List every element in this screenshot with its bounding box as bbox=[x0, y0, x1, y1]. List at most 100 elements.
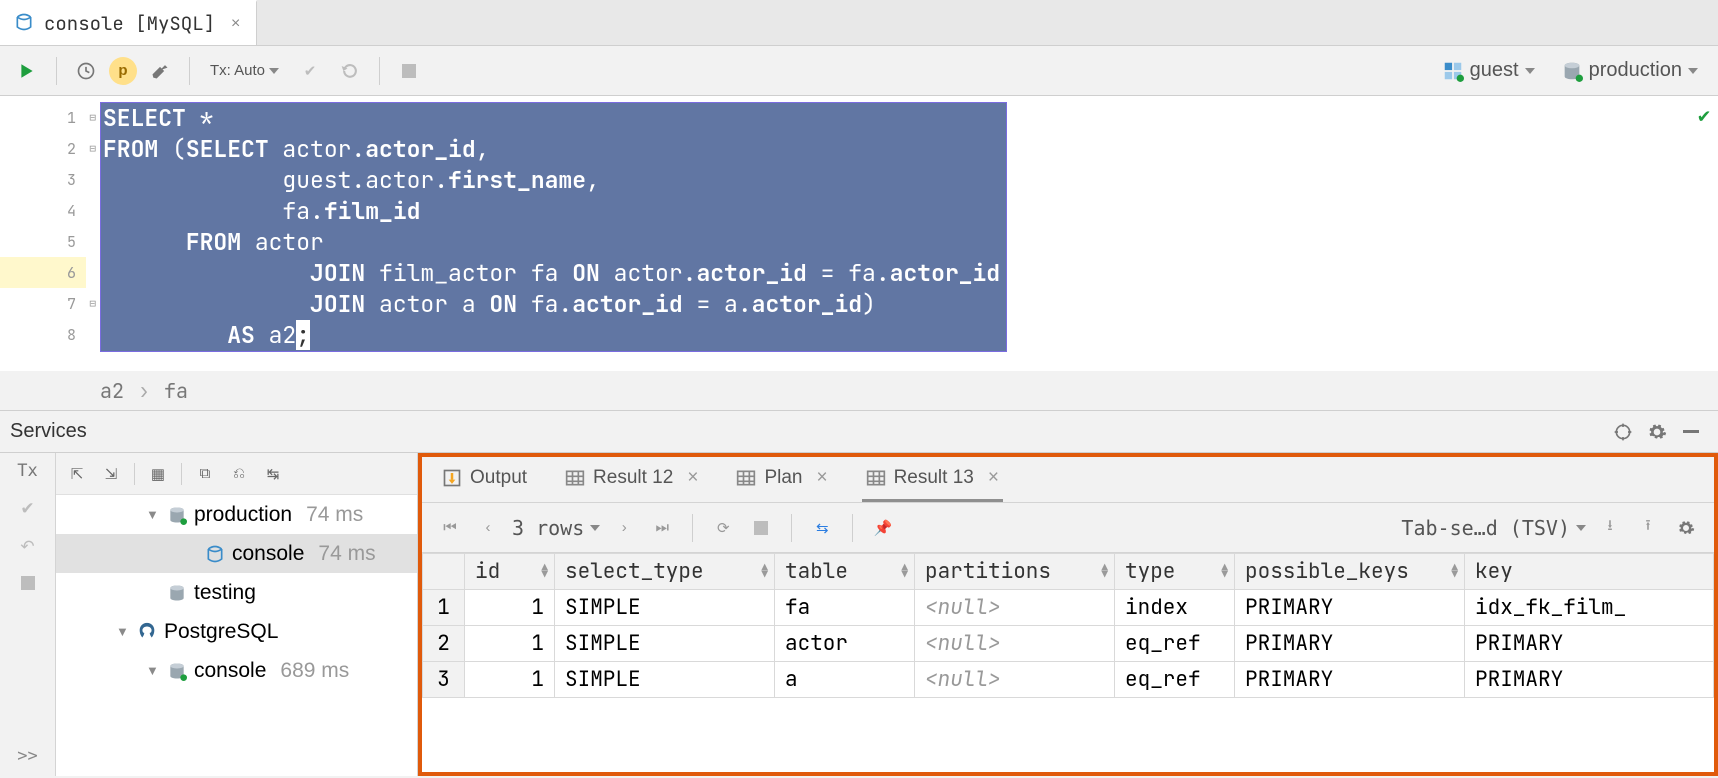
grid-corner bbox=[423, 554, 465, 590]
console-icon bbox=[204, 544, 226, 564]
inspection-ok-icon[interactable]: ✔ bbox=[1698, 102, 1710, 128]
column-header-partitions[interactable]: partitions▲▼ bbox=[915, 554, 1115, 590]
profile-button[interactable]: p bbox=[109, 57, 137, 85]
file-tabstrip: console [MySQL] × bbox=[0, 0, 1718, 46]
services-header: Services bbox=[0, 411, 1718, 453]
breadcrumb-item[interactable]: a2 bbox=[100, 378, 124, 404]
tab-result-12[interactable]: Result 12 × bbox=[561, 457, 702, 502]
separator bbox=[852, 514, 853, 542]
next-page-button[interactable]: › bbox=[610, 514, 638, 542]
tab-result-13[interactable]: Result 13 × bbox=[862, 457, 1003, 502]
table-row[interactable]: 2 1 SIMPLE actor <null> eq_ref PRIMARY P… bbox=[423, 626, 1714, 662]
file-tab-label: console [MySQL] bbox=[44, 11, 215, 36]
stop-icon[interactable] bbox=[21, 575, 35, 595]
gear-icon[interactable] bbox=[1672, 514, 1700, 542]
last-page-button[interactable]: ⏭ bbox=[648, 514, 676, 542]
breadcrumb-item[interactable]: fa bbox=[164, 378, 188, 404]
separator bbox=[791, 514, 792, 542]
table-row[interactable]: 3 1 SIMPLE a <null> eq_ref PRIMARY PRIMA… bbox=[423, 662, 1714, 698]
reload-button[interactable]: ⟳ bbox=[709, 514, 737, 542]
history-button[interactable] bbox=[69, 54, 103, 88]
grid-header-row: id▲▼ select_type▲▼ table▲▼ partitions▲▼ … bbox=[423, 554, 1714, 590]
export-format-selector[interactable]: Tab-se…d (TSV) bbox=[1401, 516, 1586, 540]
branch-icon[interactable]: ⎌ bbox=[224, 459, 254, 489]
column-header-key[interactable]: key bbox=[1465, 554, 1714, 590]
datasource-selector[interactable]: production bbox=[1551, 54, 1708, 88]
rollback-button[interactable] bbox=[333, 54, 367, 88]
column-header-type[interactable]: type▲▼ bbox=[1115, 554, 1235, 590]
upload-button[interactable]: ⭱ bbox=[1634, 514, 1662, 542]
undo-icon[interactable]: ↶ bbox=[20, 537, 34, 557]
column-header-select-type[interactable]: select_type▲▼ bbox=[555, 554, 775, 590]
datasource-icon bbox=[166, 583, 188, 603]
separator bbox=[379, 57, 380, 85]
close-icon[interactable]: × bbox=[816, 467, 827, 489]
file-tab-console[interactable]: console [MySQL] × bbox=[0, 0, 257, 45]
minimize-icon[interactable] bbox=[1674, 415, 1708, 449]
compare-button[interactable]: ⇆ bbox=[808, 514, 836, 542]
download-button[interactable]: ⭳ bbox=[1596, 514, 1624, 542]
tx-label[interactable]: Tx bbox=[17, 461, 37, 481]
tree-item-testing[interactable]: testing bbox=[56, 573, 417, 612]
collapse-all-icon[interactable]: ⇲ bbox=[96, 459, 126, 489]
chevron-down-icon bbox=[269, 68, 279, 74]
sort-icon[interactable]: ↹ bbox=[258, 459, 288, 489]
tx-label: Tx: Auto bbox=[210, 62, 265, 79]
tree-item-pg-console[interactable]: ▼ console 689 ms bbox=[56, 651, 417, 690]
stop-button[interactable] bbox=[747, 514, 775, 542]
tab-output[interactable]: Output bbox=[438, 457, 531, 502]
close-icon[interactable]: × bbox=[231, 15, 240, 33]
chevron-right-icon: › bbox=[138, 378, 150, 404]
result-toolbar: ⏮ ‹ 3 rows › ⏭ ⟳ ⇆ 📌 Tab-se…d (TSV) ⭳ ⭱ bbox=[422, 503, 1714, 553]
tab-plan[interactable]: Plan × bbox=[732, 457, 831, 502]
column-header-table[interactable]: table▲▼ bbox=[775, 554, 915, 590]
stop-button[interactable] bbox=[392, 54, 426, 88]
table-row[interactable]: 1 1 SIMPLE fa <null> index PRIMARY idx_f… bbox=[423, 590, 1714, 626]
column-header-id[interactable]: id▲▼ bbox=[465, 554, 555, 590]
chevron-down-icon bbox=[1525, 68, 1535, 74]
chevron-down-icon bbox=[590, 525, 600, 531]
editor-breadcrumb[interactable]: a2 › fa bbox=[0, 371, 1718, 411]
datasource-icon bbox=[1561, 60, 1583, 82]
output-icon bbox=[442, 468, 462, 488]
postgres-icon bbox=[136, 621, 158, 643]
pin-button[interactable]: 📌 bbox=[869, 514, 897, 542]
close-icon[interactable]: × bbox=[687, 467, 698, 489]
tree-item-postgresql[interactable]: ▼ PostgreSQL bbox=[56, 612, 417, 651]
first-page-button[interactable]: ⏮ bbox=[436, 514, 464, 542]
target-icon[interactable] bbox=[1606, 415, 1640, 449]
services-tree[interactable]: ▼ production 74 ms console 74 ms testing… bbox=[56, 495, 417, 776]
commit-button[interactable]: ✔ bbox=[293, 54, 327, 88]
schema-selector[interactable]: guest bbox=[1432, 54, 1545, 88]
datasource-icon bbox=[166, 661, 188, 681]
gear-icon[interactable] bbox=[1640, 415, 1674, 449]
table-icon bbox=[736, 468, 756, 488]
tree-item-console[interactable]: console 74 ms bbox=[56, 534, 417, 573]
transaction-mode-selector[interactable]: Tx: Auto bbox=[202, 54, 287, 88]
close-icon[interactable]: × bbox=[988, 467, 999, 489]
chevron-down-icon bbox=[1688, 68, 1698, 74]
schema-label: guest bbox=[1470, 59, 1519, 82]
expand-all-icon[interactable]: ⇱ bbox=[62, 459, 92, 489]
result-grid[interactable]: id▲▼ select_type▲▼ table▲▼ partitions▲▼ … bbox=[422, 553, 1714, 772]
result-panel: Output Result 12 × Plan × Result 13 × ⏮ … bbox=[418, 453, 1718, 776]
tree-item-production[interactable]: ▼ production 74 ms bbox=[56, 495, 417, 534]
column-header-possible-keys[interactable]: possible_keys▲▼ bbox=[1235, 554, 1465, 590]
more-button[interactable]: >> bbox=[17, 746, 37, 766]
editor-text[interactable]: SELECT * FROM (SELECT actor.actor_id, gu… bbox=[86, 96, 1718, 371]
run-button[interactable] bbox=[10, 54, 44, 88]
services-title: Services bbox=[10, 420, 87, 443]
separator bbox=[189, 57, 190, 85]
settings-button[interactable] bbox=[143, 54, 177, 88]
sql-editor[interactable]: 1⊟ 2⊟ 3 4 5 6 7⊟ 8 SELECT * FROM (SELECT… bbox=[0, 96, 1718, 371]
chevron-down-icon: ▼ bbox=[116, 624, 130, 639]
result-tabstrip: Output Result 12 × Plan × Result 13 × bbox=[422, 457, 1714, 503]
prev-page-button[interactable]: ‹ bbox=[474, 514, 502, 542]
row-count-selector[interactable]: 3 rows bbox=[512, 516, 600, 540]
services-side-gutter: Tx ✔ ↶ >> bbox=[0, 453, 56, 776]
check-icon[interactable]: ✔ bbox=[20, 499, 34, 519]
console-icon bbox=[14, 12, 34, 36]
filter-icon[interactable]: ⧉ bbox=[190, 459, 220, 489]
schema-icon bbox=[1442, 60, 1464, 82]
grid-icon[interactable]: ▦ bbox=[143, 459, 173, 489]
